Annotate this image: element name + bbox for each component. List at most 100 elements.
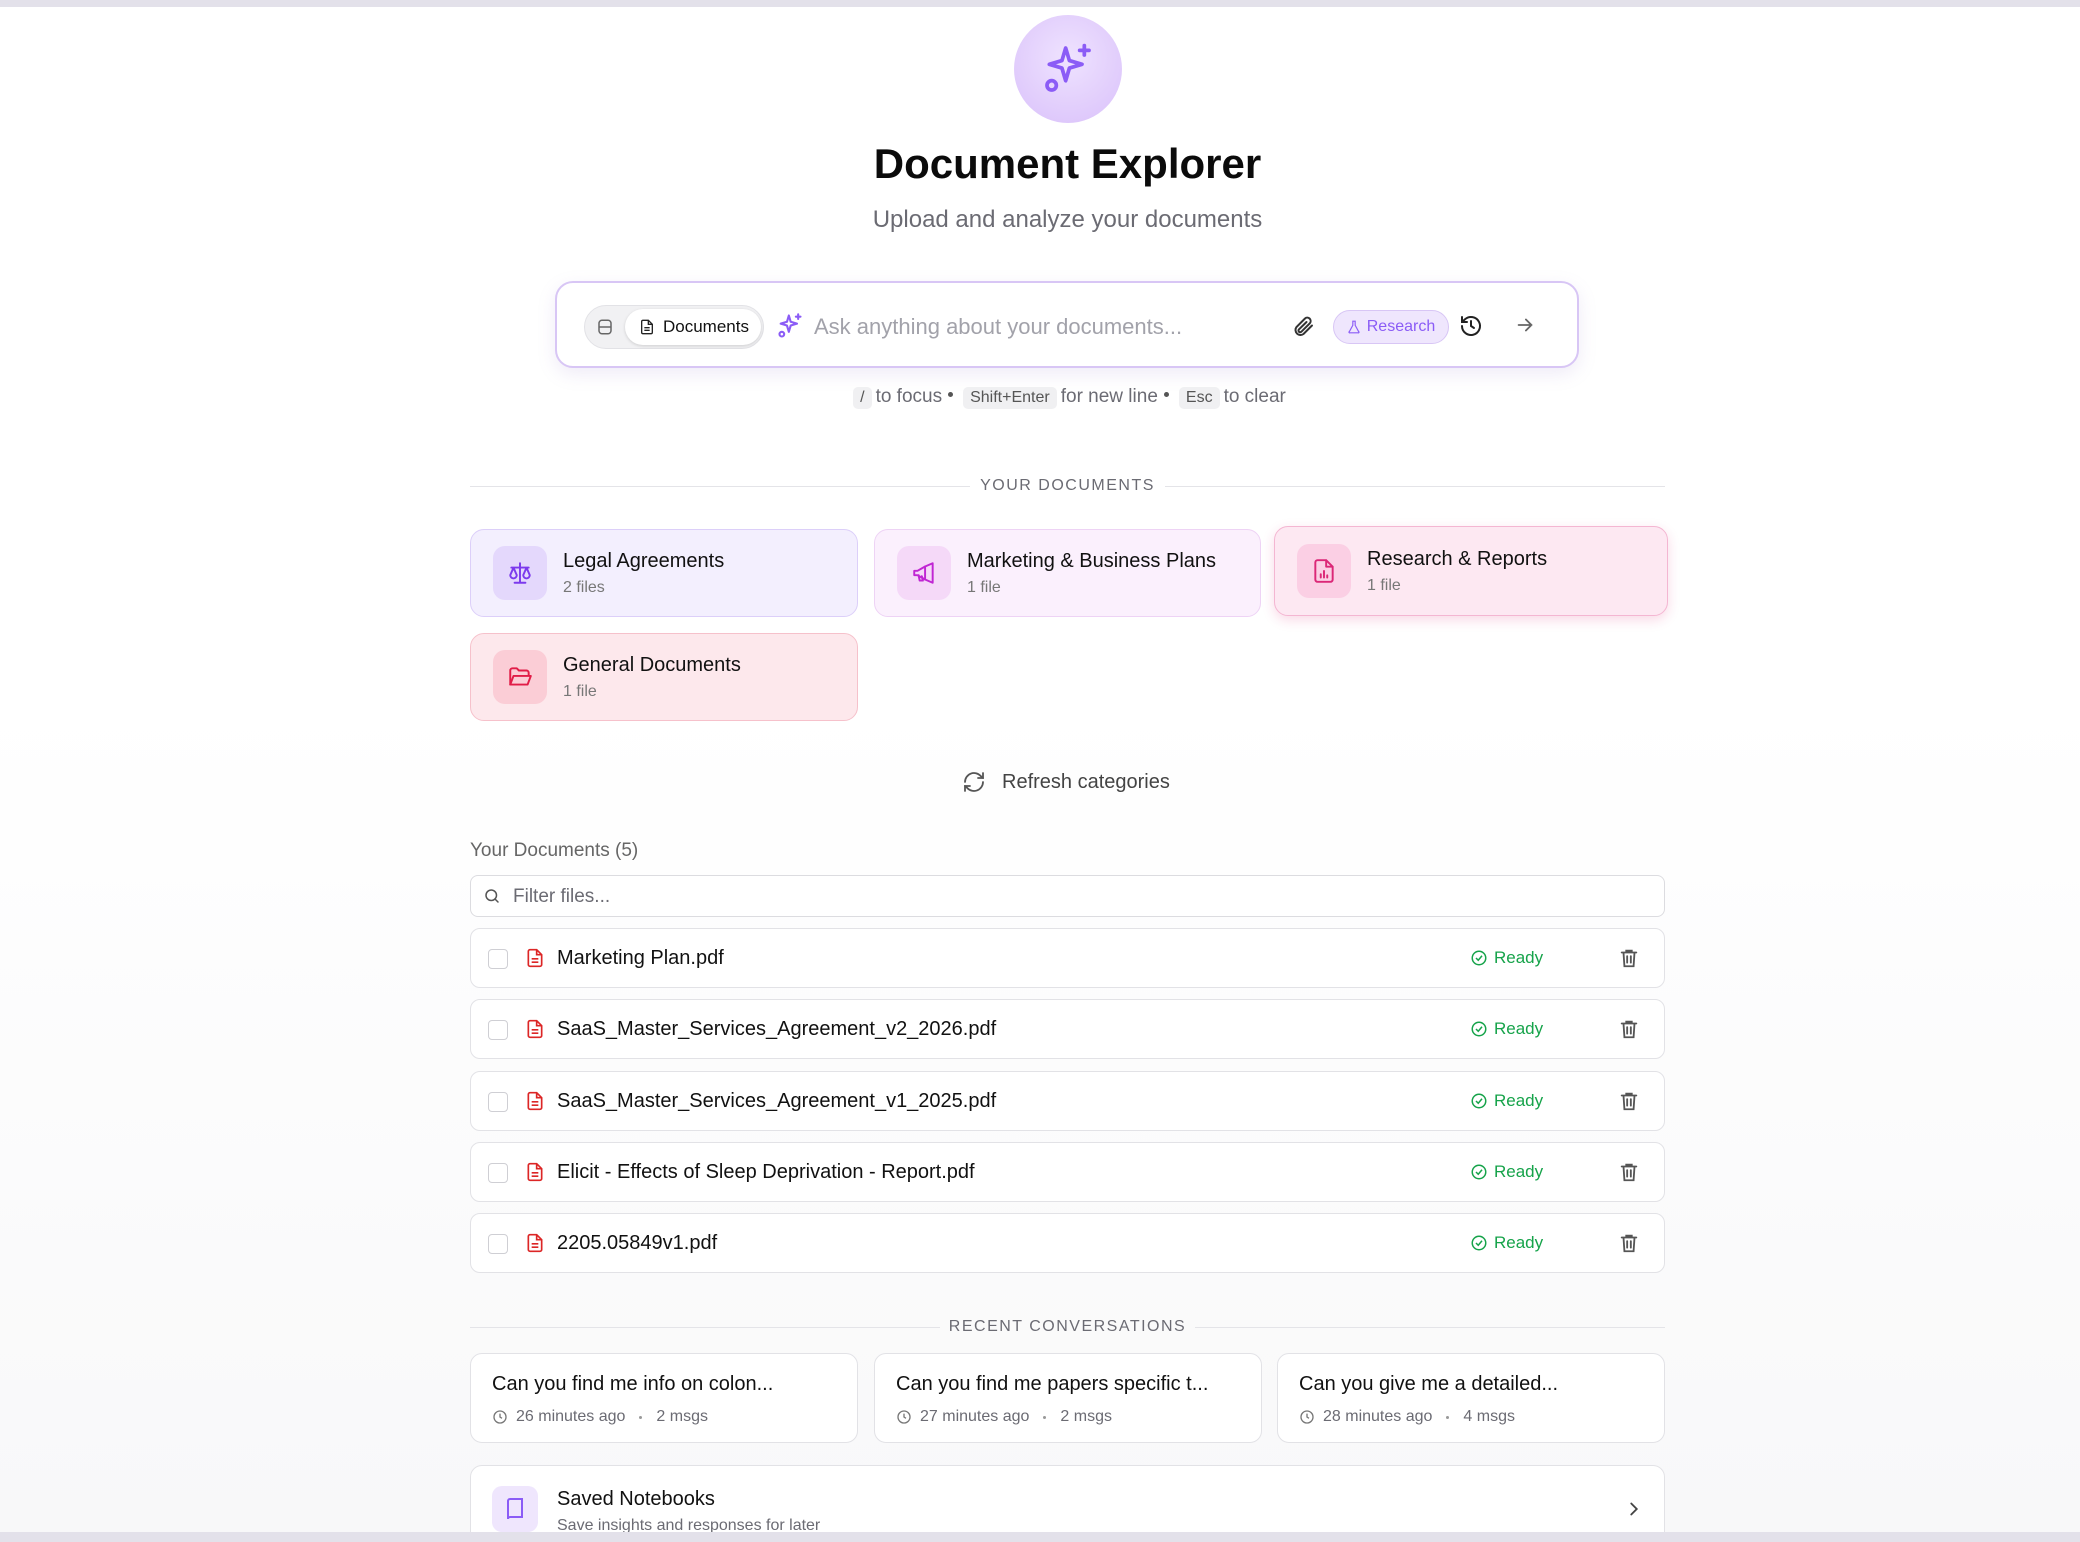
file-checkbox[interactable] [488, 1020, 508, 1040]
file-text-icon [641, 319, 653, 335]
file-row[interactable]: 2205.05849v1.pdf Ready [470, 1213, 1665, 1273]
conversation-meta: 27 minutes ago 2 msgs [896, 1408, 1112, 1426]
status-text: Ready [1494, 1091, 1544, 1110]
file-checkbox[interactable] [488, 1092, 508, 1112]
file-name: Marketing Plan.pdf [557, 947, 724, 969]
divider [1165, 486, 1665, 487]
research-toggle[interactable]: Research [1333, 310, 1449, 344]
check-circle-icon [1471, 950, 1487, 966]
category-title: General Documents [563, 653, 741, 676]
file-row[interactable]: SaaS_Master_Services_Agreement_v2_2026.p… [470, 999, 1665, 1059]
sparkles-hero-icon [1014, 15, 1122, 123]
focus-key: / [853, 387, 872, 409]
conversation-title: Can you find me info on colon... [492, 1373, 774, 1395]
category-card-legal[interactable]: Legal Agreements 2 files [470, 529, 858, 617]
filter-box [470, 875, 1665, 917]
page-title: Document Explorer [873, 140, 1262, 187]
documents-heading: Your Documents (5) [470, 840, 639, 861]
filter-input[interactable] [513, 880, 1613, 914]
pdf-file-icon [525, 947, 547, 971]
focus-hint: to focus [875, 386, 943, 407]
status-text: Ready [1494, 1233, 1544, 1252]
status-badge: Ready [1470, 948, 1543, 968]
megaphone-icon [897, 546, 951, 600]
conversation-title: Can you find me papers specific t... [896, 1373, 1209, 1395]
newline-hint: for new line [1060, 386, 1158, 407]
category-title: Marketing & Business Plans [967, 549, 1217, 572]
check-circle-icon [1471, 1093, 1487, 1109]
search-input[interactable] [814, 307, 1284, 347]
conversation-msgs: 4 msgs [1463, 1408, 1515, 1425]
category-card-general[interactable]: General Documents 1 file [470, 633, 858, 721]
documents-scope-label: Documents [663, 317, 749, 336]
database-icon[interactable] [595, 317, 615, 337]
clear-hint: to clear [1223, 386, 1286, 407]
conversation-meta: 26 minutes ago 2 msgs [492, 1408, 708, 1426]
file-row[interactable]: Elicit - Effects of Sleep Deprivation - … [470, 1142, 1665, 1202]
category-card-research[interactable]: Research & Reports 1 file [1274, 526, 1668, 616]
file-name: Elicit - Effects of Sleep Deprivation - … [557, 1161, 975, 1183]
clear-key: Esc [1178, 387, 1220, 409]
search-bar: Documents Research [555, 281, 1579, 368]
category-title: Legal Agreements [563, 549, 725, 572]
keyboard-hints: / to focus Shift+Enter for new line Esc to cl… [0, 386, 2080, 409]
file-checkbox[interactable] [488, 1234, 508, 1254]
trash-icon[interactable] [1618, 947, 1642, 971]
check-circle-icon [1471, 1235, 1487, 1251]
pdf-file-icon [525, 1161, 547, 1185]
file-name: 2205.05849v1.pdf [557, 1232, 718, 1254]
saved-notebooks-card[interactable]: Saved Notebooks Save insights and respon… [470, 1465, 1665, 1542]
notebooks-title: Saved Notebooks [557, 1488, 715, 1510]
refresh-icon [964, 772, 984, 792]
conversation-card[interactable]: Can you find me papers specific t... 27 … [874, 1353, 1262, 1443]
refresh-categories-button[interactable]: Refresh categories [962, 770, 1170, 794]
history-icon[interactable] [1459, 314, 1485, 340]
file-checkbox[interactable] [488, 1163, 508, 1183]
conversation-time: 26 minutes ago [516, 1408, 626, 1425]
status-text: Ready [1494, 948, 1544, 967]
trash-icon[interactable] [1618, 1018, 1642, 1042]
pdf-file-icon [525, 1090, 547, 1114]
status-badge: Ready [1470, 1091, 1543, 1111]
category-count: 1 file [1367, 576, 1401, 594]
trash-icon[interactable] [1618, 1161, 1642, 1185]
paperclip-icon[interactable] [1291, 314, 1317, 340]
book-icon [492, 1486, 538, 1532]
scope-toggle[interactable]: Documents [584, 305, 764, 349]
top-bar [0, 0, 2080, 7]
check-circle-icon [1471, 1164, 1487, 1180]
page-subtitle: Upload and analyze your documents [872, 206, 1263, 233]
refresh-label: Refresh categories [1002, 770, 1170, 793]
folder-open-icon [493, 650, 547, 704]
conversation-time: 28 minutes ago [1323, 1408, 1433, 1425]
file-row[interactable]: Marketing Plan.pdf Ready [470, 928, 1665, 988]
bottom-bar [0, 1532, 2080, 1542]
arrow-right-icon[interactable] [1514, 314, 1540, 340]
category-count: 1 file [967, 578, 1001, 596]
divider [1195, 1327, 1665, 1328]
trash-icon[interactable] [1618, 1090, 1642, 1114]
conversation-time: 27 minutes ago [920, 1408, 1030, 1425]
conversation-card[interactable]: Can you give me a detailed... 28 minutes… [1277, 1353, 1665, 1443]
flask-icon [1348, 320, 1360, 334]
file-checkbox[interactable] [488, 949, 508, 969]
conversation-title: Can you give me a detailed... [1299, 1373, 1559, 1395]
file-name: SaaS_Master_Services_Agreement_v2_2026.p… [557, 1018, 997, 1040]
category-title: Research & Reports [1367, 547, 1548, 570]
category-count: 2 files [563, 578, 605, 596]
search-icon [483, 887, 503, 907]
documents-scope-button[interactable]: Documents [625, 309, 761, 345]
category-card-marketing[interactable]: Marketing & Business Plans 1 file [874, 529, 1261, 617]
scale-icon [493, 546, 547, 600]
file-row[interactable]: SaaS_Master_Services_Agreement_v1_2025.p… [470, 1071, 1665, 1131]
status-badge: Ready [1470, 1233, 1543, 1253]
divider [470, 1327, 940, 1328]
section-label-conversations: RECENT CONVERSATIONS [948, 1318, 1187, 1335]
section-label-documents: YOUR DOCUMENTS [980, 477, 1155, 494]
conversation-card[interactable]: Can you find me info on colon... 26 minu… [470, 1353, 858, 1443]
check-circle-icon [1471, 1021, 1487, 1037]
conversation-meta: 28 minutes ago 4 msgs [1299, 1408, 1515, 1426]
trash-icon[interactable] [1618, 1232, 1642, 1256]
conversation-msgs: 2 msgs [656, 1408, 708, 1425]
clock-icon [1300, 1410, 1314, 1424]
